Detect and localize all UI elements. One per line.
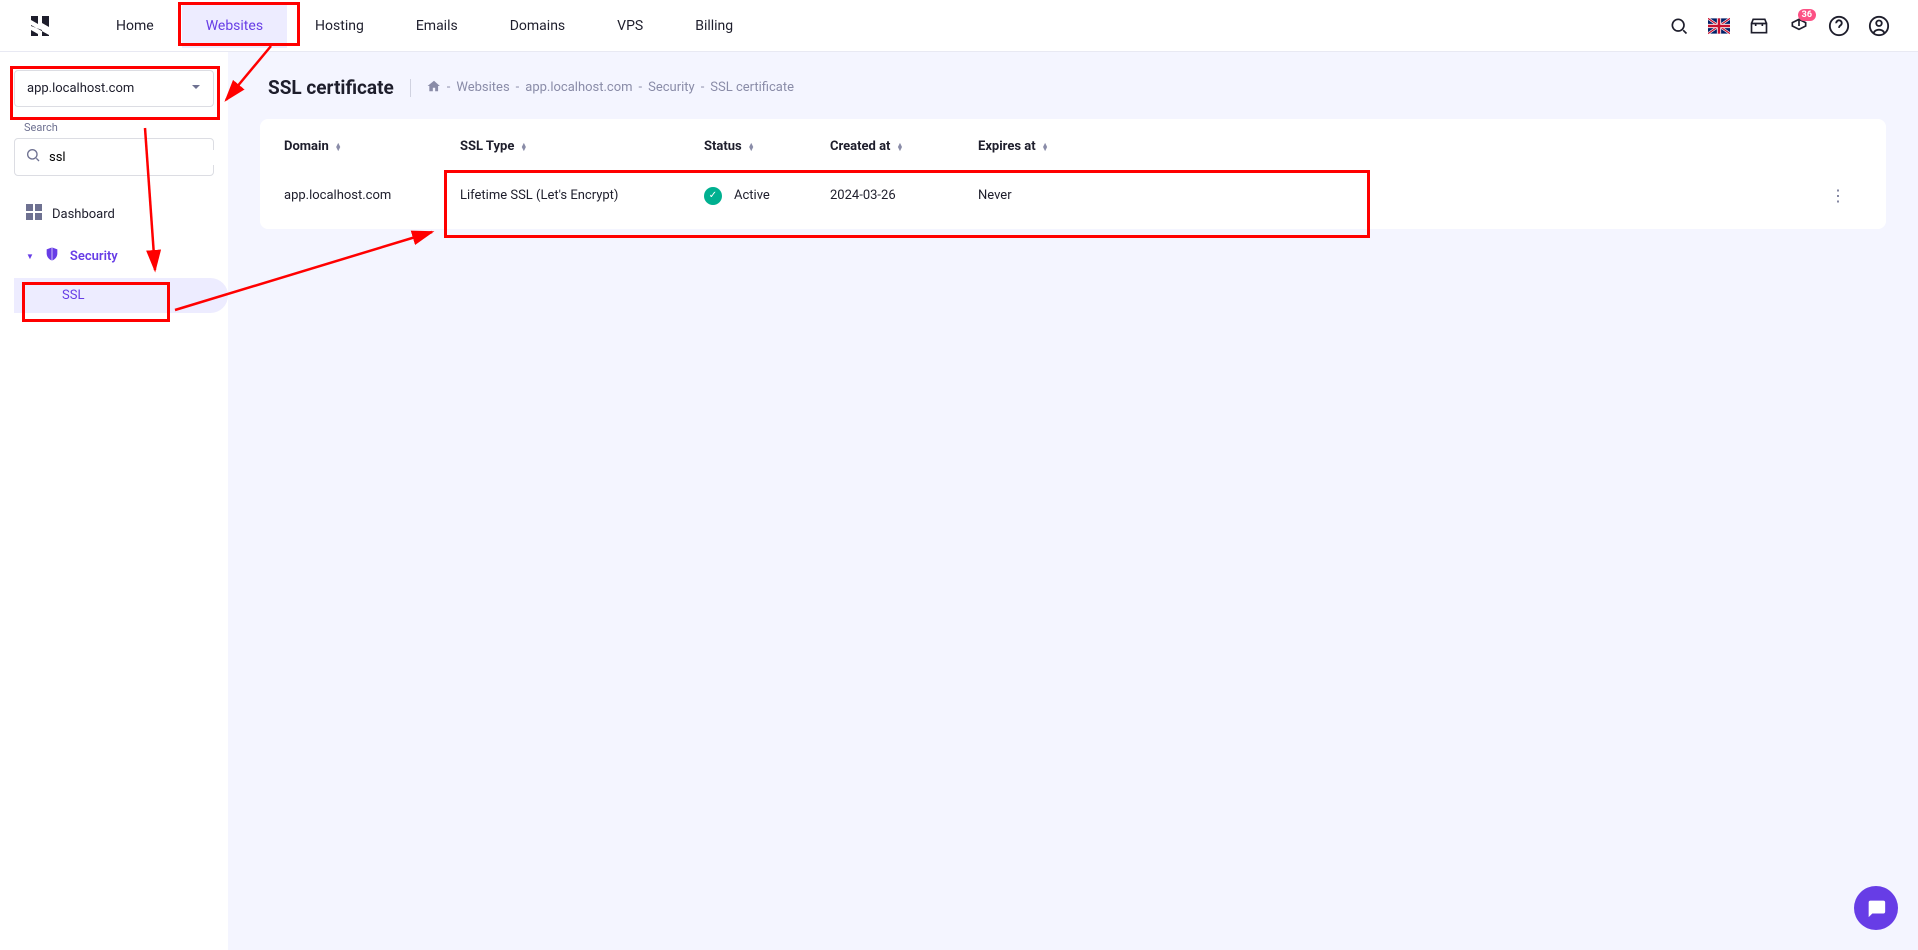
nav-billing[interactable]: Billing <box>671 4 757 48</box>
sidebar-search: Search <box>14 121 214 176</box>
breadcrumb-item[interactable]: Websites <box>456 80 509 95</box>
cell-actions: ⋮ <box>1822 182 1862 209</box>
ssl-table-card: Domain ▲▼ SSL Type ▲▼ Status ▲▼ Created … <box>260 119 1886 229</box>
table-header: Domain ▲▼ SSL Type ▲▼ Status ▲▼ Created … <box>260 125 1886 168</box>
search-label: Search <box>14 121 214 134</box>
sort-icon: ▲▼ <box>335 143 342 151</box>
notification-badge: 36 <box>1798 9 1816 21</box>
domain-selector-value: app.localhost.com <box>27 81 134 96</box>
domain-selector[interactable]: app.localhost.com <box>14 70 214 107</box>
sidebar: app.localhost.com Search Dashboard ▼ <box>0 52 228 950</box>
hostinger-logo-icon <box>28 14 52 38</box>
page-header: SSL certificate - Websites - app.localho… <box>260 76 1886 99</box>
sidebar-item-label: Dashboard <box>52 207 115 222</box>
nav-vps[interactable]: VPS <box>593 4 667 48</box>
cell-ssl-type: Lifetime SSL (Let's Encrypt) <box>460 188 704 203</box>
sidebar-item-label: SSL <box>62 288 84 303</box>
caret-down-icon: ▼ <box>26 252 34 261</box>
help-icon[interactable] <box>1828 15 1850 37</box>
sidebar-item-security[interactable]: ▼ Security <box>14 236 214 276</box>
home-icon[interactable] <box>427 79 441 97</box>
nav-hosting[interactable]: Hosting <box>291 4 388 48</box>
sort-icon: ▲▼ <box>520 143 527 151</box>
account-icon[interactable] <box>1868 15 1890 37</box>
nav-emails[interactable]: Emails <box>392 4 482 48</box>
th-actions <box>1822 139 1862 154</box>
breadcrumb-item[interactable]: Security <box>648 80 695 95</box>
cell-domain: app.localhost.com <box>284 188 460 203</box>
status-check-icon: ✓ <box>704 187 722 205</box>
search-icon[interactable] <box>1668 15 1690 37</box>
dashboard-icon <box>26 204 42 224</box>
breadcrumb: - Websites - app.localhost.com - Securit… <box>427 79 794 97</box>
nav-home[interactable]: Home <box>92 4 178 48</box>
th-expires[interactable]: Expires at ▲▼ <box>978 139 1822 154</box>
th-status[interactable]: Status ▲▼ <box>704 139 830 154</box>
sort-icon: ▲▼ <box>748 143 755 151</box>
sort-icon: ▲▼ <box>896 143 903 151</box>
shield-icon <box>44 246 60 266</box>
nav-websites[interactable]: Websites <box>182 4 287 48</box>
row-actions-menu[interactable]: ⋮ <box>1822 182 1854 209</box>
top-nav: Home Websites Hosting Emails Domains VPS… <box>0 0 1918 52</box>
notification-icon[interactable]: 36 <box>1788 15 1810 37</box>
search-icon <box>25 147 41 167</box>
sidebar-item-dashboard[interactable]: Dashboard <box>14 194 214 234</box>
logo[interactable] <box>28 14 52 38</box>
separator <box>410 79 411 97</box>
page-title: SSL certificate <box>268 76 394 99</box>
th-ssl-type[interactable]: SSL Type ▲▼ <box>460 139 704 154</box>
cell-expires: Never <box>978 188 1822 203</box>
ssl-table: Domain ▲▼ SSL Type ▲▼ Status ▲▼ Created … <box>260 125 1886 223</box>
store-icon[interactable] <box>1748 15 1770 37</box>
th-created[interactable]: Created at ▲▼ <box>830 139 978 154</box>
main-content: SSL certificate - Websites - app.localho… <box>228 52 1918 950</box>
search-input[interactable] <box>49 150 215 165</box>
cell-status: ✓ Active <box>704 187 830 205</box>
chat-bubble[interactable] <box>1854 886 1898 930</box>
nav-links: Home Websites Hosting Emails Domains VPS… <box>92 4 757 48</box>
sort-icon: ▲▼ <box>1042 143 1049 151</box>
breadcrumb-item[interactable]: app.localhost.com <box>525 80 632 95</box>
sidebar-item-label: Security <box>70 249 118 264</box>
table-row: app.localhost.com Lifetime SSL (Let's En… <box>260 168 1886 223</box>
language-flag[interactable] <box>1708 15 1730 37</box>
cell-created: 2024-03-26 <box>830 188 978 203</box>
sidebar-item-ssl[interactable]: SSL <box>14 278 228 313</box>
breadcrumb-item: SSL certificate <box>710 80 794 95</box>
th-domain[interactable]: Domain ▲▼ <box>284 139 460 154</box>
nav-right: 36 <box>1668 15 1890 37</box>
chat-icon <box>1865 897 1887 919</box>
nav-domains[interactable]: Domains <box>486 4 589 48</box>
chevron-down-icon <box>191 81 201 96</box>
